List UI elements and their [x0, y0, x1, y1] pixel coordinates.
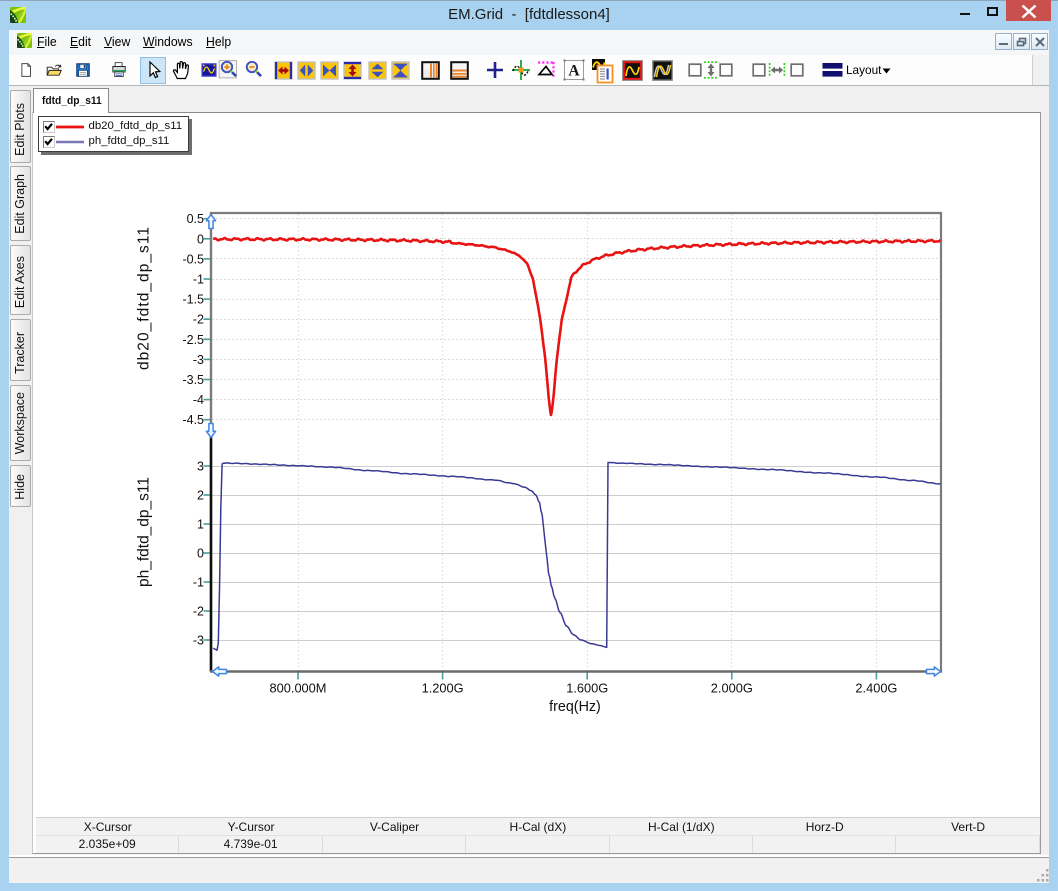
- svg-text:A: A: [568, 63, 580, 80]
